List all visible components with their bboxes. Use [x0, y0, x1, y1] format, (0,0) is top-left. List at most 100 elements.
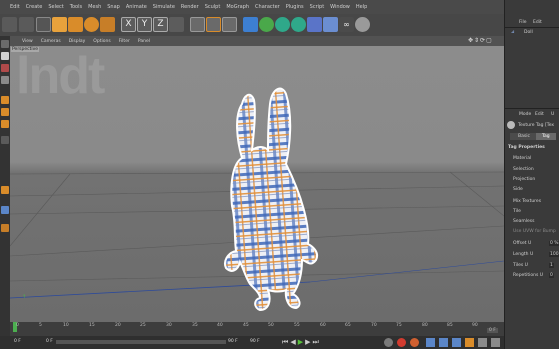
timeline-ruler[interactable]: 0 5 10 15 20 25 30 35 40 45 50 55 60 65 …: [10, 322, 504, 336]
field-use-uvw-for-bump[interactable]: Use UVW for Bump: [513, 229, 556, 234]
cloner-icon[interactable]: [275, 17, 290, 32]
menu-window[interactable]: Window: [330, 4, 350, 10]
range-end-field-a[interactable]: 90 F: [228, 339, 238, 344]
range-slider[interactable]: [56, 340, 226, 344]
3d-viewport[interactable]: Perspective lndt ↑: [10, 46, 504, 322]
object-manager-menu-file[interactable]: File: [519, 20, 527, 25]
field-seamless[interactable]: Seamless: [513, 219, 534, 224]
undo-icon[interactable]: [2, 17, 17, 32]
key-scale-icon[interactable]: [452, 338, 461, 347]
field-tile[interactable]: Tile: [513, 209, 521, 214]
snap-icon[interactable]: [1, 186, 9, 194]
render-settings-icon[interactable]: [222, 17, 237, 32]
lock-workplane-icon[interactable]: [1, 206, 9, 214]
menu-select[interactable]: Select: [48, 4, 63, 10]
planar-workplane-icon[interactable]: [1, 224, 9, 232]
workplane-icon[interactable]: [1, 76, 9, 84]
move-tool-icon[interactable]: [52, 17, 67, 32]
menu-script[interactable]: Script: [310, 4, 325, 10]
coordinate-system-icon[interactable]: [169, 17, 184, 32]
make-editable-icon[interactable]: [1, 40, 9, 48]
menu-plugins[interactable]: Plugins: [286, 4, 304, 10]
menu-mograph[interactable]: MoGraph: [226, 4, 249, 10]
key-pla-icon[interactable]: [478, 338, 487, 347]
field-selection[interactable]: Selection: [513, 167, 534, 172]
subdivision-surface-icon[interactable]: [259, 17, 274, 32]
render-picture-viewer-icon[interactable]: [206, 17, 221, 32]
key-param-icon[interactable]: [465, 338, 474, 347]
menu-mesh[interactable]: Mesh: [88, 4, 101, 10]
keyframe-icon[interactable]: [384, 338, 393, 347]
polygons-mode-icon[interactable]: [1, 120, 9, 128]
field-repetitions-u[interactable]: Repetitions U: [513, 273, 543, 278]
key-rotation-icon[interactable]: [439, 338, 448, 347]
texture-mode-icon[interactable]: [1, 64, 9, 72]
go-to-end-icon[interactable]: ⏭: [312, 338, 320, 346]
redo-icon[interactable]: [19, 17, 34, 32]
z-axis-lock-icon[interactable]: Z: [153, 17, 168, 32]
key-position-icon[interactable]: [426, 338, 435, 347]
live-selection-icon[interactable]: [36, 17, 51, 32]
menu-simulate[interactable]: Simulate: [153, 4, 175, 10]
field-material[interactable]: Material: [513, 156, 531, 161]
field-mix-textures[interactable]: Mix Textures: [513, 199, 541, 204]
model-mode-icon[interactable]: [1, 52, 9, 60]
scale-tool-icon[interactable]: [68, 17, 83, 32]
field-tiles-u[interactable]: Tiles U: [513, 263, 528, 268]
field-offset-u-value[interactable]: 0 %: [549, 241, 559, 246]
range-start-field[interactable]: 0 F: [46, 339, 53, 344]
menu-help[interactable]: Help: [356, 4, 367, 10]
menu-sculpt[interactable]: Sculpt: [205, 4, 221, 10]
menu-tools[interactable]: Tools: [70, 4, 82, 10]
field-side[interactable]: Side: [513, 187, 523, 192]
rotate-tool-icon[interactable]: [84, 17, 99, 32]
viewport-menu-view[interactable]: View: [22, 39, 33, 44]
timeline-end-field[interactable]: 0 F: [487, 328, 498, 333]
x-axis-lock-icon[interactable]: X: [121, 17, 136, 32]
attributes-menu-edit[interactable]: Edit: [535, 112, 544, 117]
viewport-menu-panel[interactable]: Panel: [138, 39, 150, 44]
field-length-u-value[interactable]: 100: [549, 252, 559, 257]
floor-object-icon[interactable]: [323, 17, 338, 32]
deformer-icon[interactable]: [291, 17, 306, 32]
field-tiles-u-value[interactable]: 1: [549, 263, 554, 268]
step-back-icon[interactable]: ◀: [290, 338, 297, 346]
tab-tag[interactable]: Tag: [536, 133, 556, 140]
viewport-menu-filter[interactable]: Filter: [119, 39, 130, 44]
viewport-navigation-icons[interactable]: ✥⇕⟳▢: [468, 37, 502, 45]
menu-render[interactable]: Render: [181, 4, 199, 10]
camera-icon[interactable]: ∞: [339, 17, 354, 32]
points-mode-icon[interactable]: [1, 96, 9, 104]
object-item-doll[interactable]: Doll: [524, 30, 533, 35]
range-end-field-b[interactable]: 90 F: [250, 339, 260, 344]
spline-icon[interactable]: [307, 17, 322, 32]
field-repetitions-u-value[interactable]: 0: [549, 273, 554, 278]
play-icon[interactable]: ▶: [298, 338, 305, 346]
render-view-icon[interactable]: [190, 17, 205, 32]
cube-object-icon[interactable]: [243, 17, 258, 32]
object-manager-menu-edit[interactable]: Edit: [533, 20, 542, 25]
timeline-mode-icon[interactable]: [491, 338, 500, 347]
attributes-menu-user[interactable]: U: [551, 112, 554, 117]
menu-edit[interactable]: Edit: [10, 4, 20, 10]
menu-create[interactable]: Create: [26, 4, 43, 10]
menu-snap[interactable]: Snap: [107, 4, 120, 10]
menu-character[interactable]: Character: [255, 4, 280, 10]
attributes-menu-mode[interactable]: Mode: [519, 112, 531, 117]
record-icon[interactable]: [397, 338, 406, 347]
viewport-menu-display[interactable]: Display: [69, 39, 86, 44]
field-projection[interactable]: Projection: [513, 177, 535, 182]
tab-basic[interactable]: Basic: [510, 133, 538, 140]
light-icon[interactable]: [355, 17, 370, 32]
menu-animate[interactable]: Animate: [126, 4, 147, 10]
viewport-menu-options[interactable]: Options: [93, 39, 110, 44]
field-length-u[interactable]: Length U: [513, 252, 533, 257]
edges-mode-icon[interactable]: [1, 108, 9, 116]
viewport-menu-cameras[interactable]: Cameras: [41, 39, 61, 44]
recent-tools-icon[interactable]: [100, 17, 115, 32]
autokey-icon[interactable]: [410, 338, 419, 347]
axis-mode-icon[interactable]: [1, 136, 9, 144]
current-frame-field[interactable]: 0 F: [14, 339, 21, 344]
y-axis-lock-icon[interactable]: Y: [137, 17, 152, 32]
field-offset-u[interactable]: Offset U: [513, 241, 531, 246]
